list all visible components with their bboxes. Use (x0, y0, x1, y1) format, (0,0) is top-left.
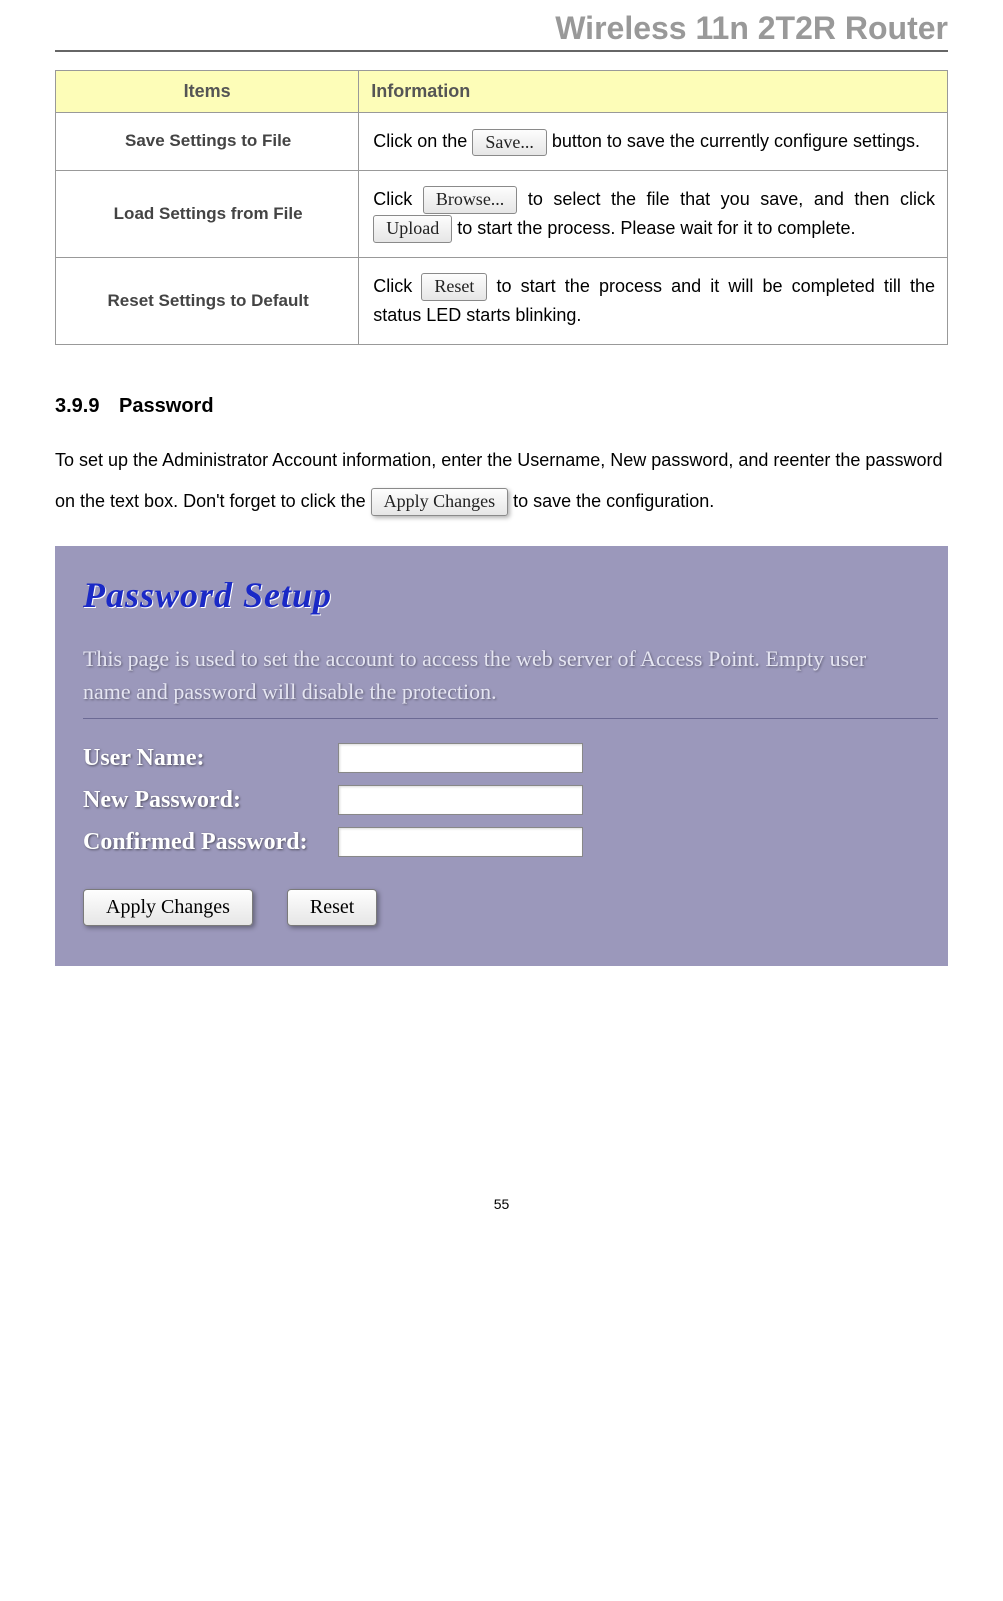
table-row: Load Settings from File Click Browse... … (56, 170, 948, 257)
info-text: Click (373, 276, 421, 296)
item-label: Reset Settings to Default (56, 257, 359, 344)
section-description: To set up the Administrator Account info… (55, 440, 948, 523)
divider (83, 718, 938, 719)
form-row-new-password: New Password: (83, 785, 938, 815)
browse-button[interactable]: Browse... (423, 186, 518, 213)
item-info: Click Reset to start the process and it … (359, 257, 948, 344)
item-label: Load Settings from File (56, 170, 359, 257)
reset-button[interactable]: Reset (421, 273, 487, 300)
info-text: Click on the (373, 131, 467, 151)
password-setup-panel: Password Setup This page is used to set … (55, 546, 948, 966)
form-button-row: Apply Changes Reset (83, 889, 938, 926)
document-header: Wireless 11n 2T2R Router (55, 10, 948, 52)
table-row: Reset Settings to Default Click Reset to… (56, 257, 948, 344)
desc-text: to save the configuration. (513, 491, 714, 511)
info-text: to select the file that you save, and th… (528, 189, 935, 209)
page-number: 55 (55, 1196, 948, 1212)
username-input[interactable] (338, 743, 583, 773)
form-row-username: User Name: (83, 743, 938, 773)
new-password-label: New Password: (83, 785, 338, 815)
info-text: button to save the currently configure s… (552, 131, 920, 151)
section-heading: 3.9.9 Password (55, 395, 948, 418)
confirmed-password-input[interactable] (338, 827, 583, 857)
apply-changes-button[interactable]: Apply Changes (371, 488, 509, 515)
confirmed-password-label: Confirmed Password: (83, 827, 338, 857)
upload-button[interactable]: Upload (373, 215, 452, 242)
table-header-information: Information (359, 71, 948, 113)
save-button[interactable]: Save... (472, 129, 547, 156)
section-number: 3.9.9 (55, 395, 99, 417)
item-label: Save Settings to File (56, 113, 359, 171)
form-row-confirmed-password: Confirmed Password: (83, 827, 938, 857)
settings-info-table: Items Information Save Settings to File … (55, 70, 948, 345)
panel-description: This page is used to set the account to … (83, 642, 938, 708)
reset-button[interactable]: Reset (287, 889, 377, 926)
item-info: Click on the Save... button to save the … (359, 113, 948, 171)
username-label: User Name: (83, 743, 338, 773)
item-info: Click Browse... to select the file that … (359, 170, 948, 257)
table-header-items: Items (56, 71, 359, 113)
panel-title: Password Setup (83, 574, 938, 616)
section-title: Password (119, 395, 213, 417)
new-password-input[interactable] (338, 785, 583, 815)
apply-changes-button[interactable]: Apply Changes (83, 889, 253, 926)
info-text: to start the process. Please wait for it… (457, 218, 855, 238)
table-row: Save Settings to File Click on the Save.… (56, 113, 948, 171)
info-text: Click (373, 189, 423, 209)
